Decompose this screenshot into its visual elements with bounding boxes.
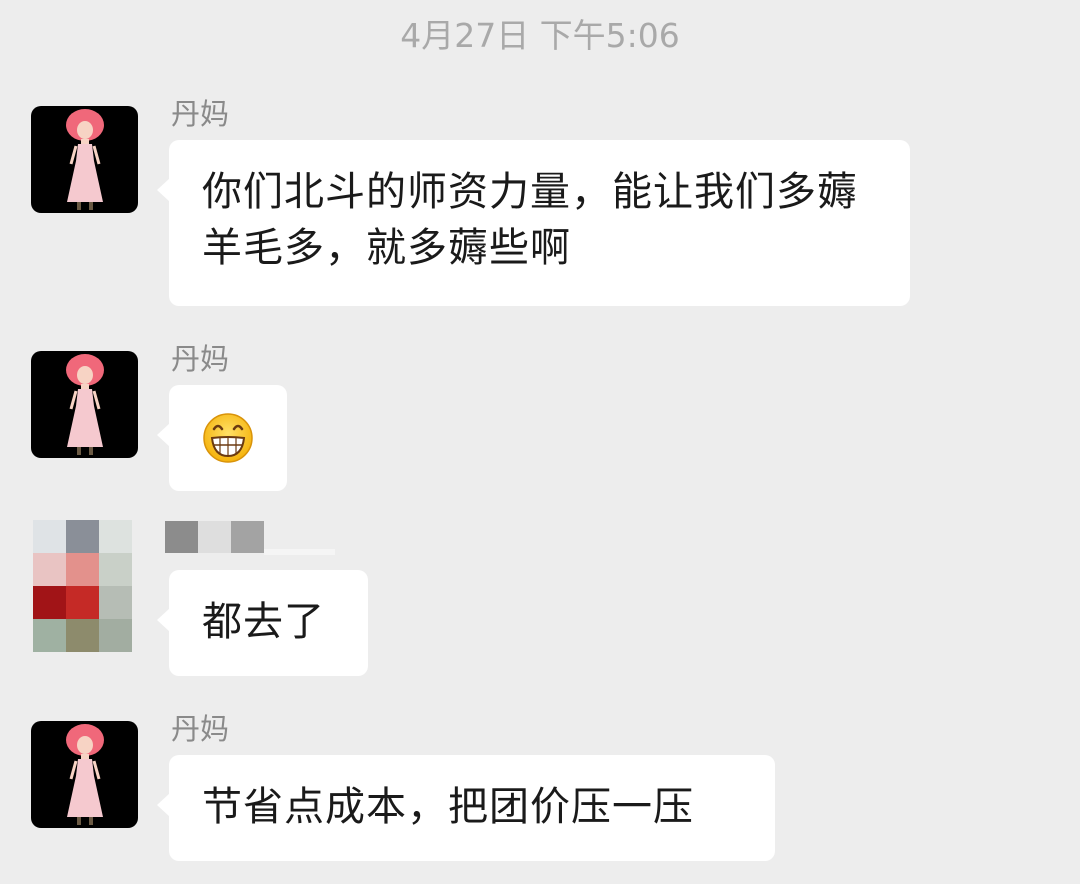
- message-bubble[interactable]: 你们北斗的师资力量，能让我们多薅羊毛多，就多薅些啊: [157, 140, 910, 306]
- sender-avatar[interactable]: [31, 721, 138, 828]
- sender-name: 丹妈: [171, 342, 230, 376]
- message-text: 你们北斗的师资力量，能让我们多薅羊毛多，就多薅些啊: [202, 169, 858, 271]
- sender-name: 丹妈: [171, 97, 230, 131]
- blurred-sender-name: [165, 521, 335, 555]
- message-bubble[interactable]: [157, 385, 287, 491]
- message-bubble[interactable]: 都去了: [157, 570, 368, 676]
- message-text: 都去了: [202, 599, 325, 645]
- pink-hair-girl-icon: [66, 724, 104, 825]
- pink-hair-girl-icon: [66, 354, 104, 455]
- message-text: 节省点成本，把团价压一压: [202, 784, 694, 830]
- blurred-avatar[interactable]: [33, 520, 132, 652]
- sender-avatar[interactable]: [31, 106, 138, 213]
- grinning-face-icon: [203, 413, 253, 463]
- pink-hair-girl-icon: [66, 109, 104, 210]
- message-bubble[interactable]: 节省点成本，把团价压一压: [157, 755, 775, 861]
- chat-timestamp: 4月27日 下午5:06: [400, 16, 680, 55]
- sender-avatar[interactable]: [31, 351, 138, 458]
- sender-name: 丹妈: [171, 712, 230, 746]
